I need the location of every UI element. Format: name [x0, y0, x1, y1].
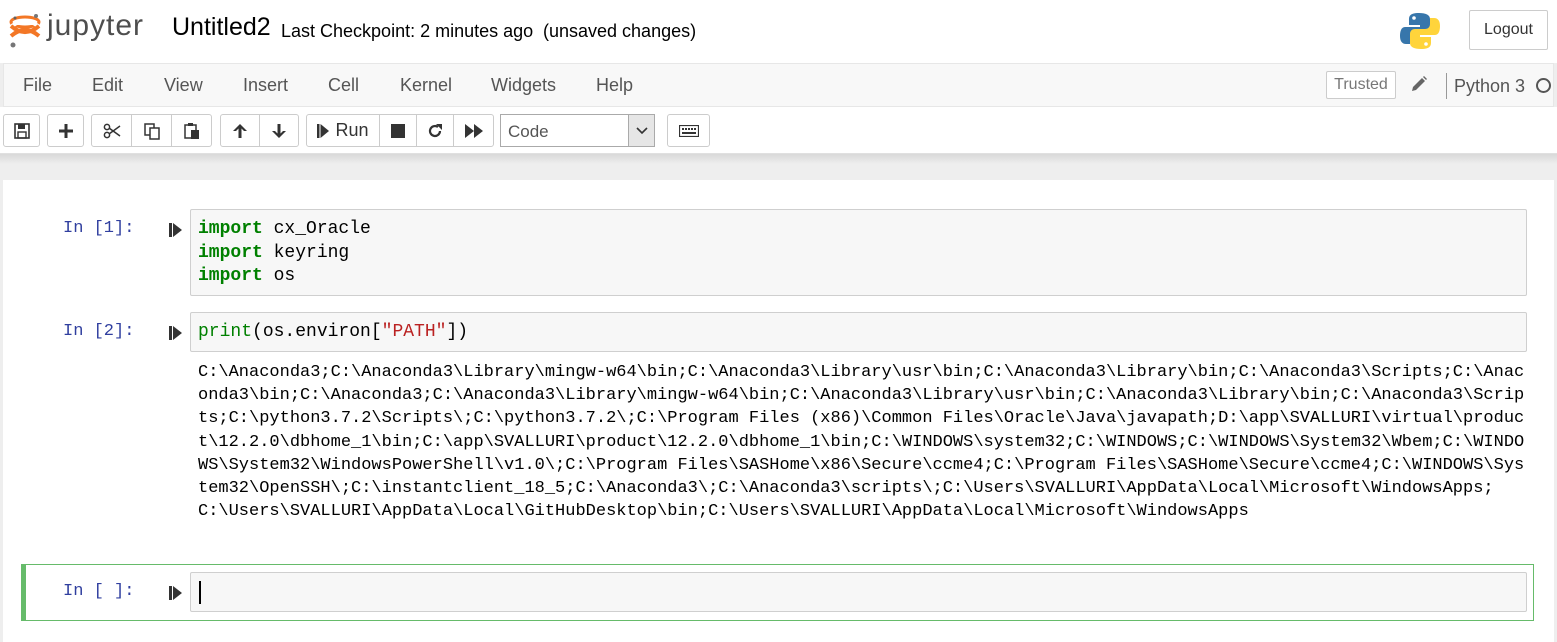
string-literal: "PATH"	[381, 322, 447, 342]
cell-type-value: Code	[508, 122, 549, 141]
code-input[interactable]: import cx_Oracle import keyring import o…	[190, 209, 1527, 296]
move-down-button[interactable]	[259, 114, 299, 147]
kernel-divider	[1446, 73, 1447, 99]
notebook-name[interactable]: Untitled2	[172, 13, 271, 42]
code-input[interactable]	[190, 572, 1527, 612]
plus-icon	[58, 123, 73, 138]
restart-button[interactable]	[416, 114, 454, 147]
move-up-button[interactable]	[220, 114, 260, 147]
keyword: import	[198, 266, 263, 286]
paste-icon	[183, 122, 199, 139]
cell-output: C:\Anaconda3;C:\Anaconda3\Library\mingw-…	[198, 363, 1525, 522]
save-button[interactable]	[3, 114, 40, 147]
cell-type-select[interactable]: Code	[500, 114, 655, 147]
code-text: ])	[446, 322, 469, 342]
copy-icon	[143, 122, 160, 140]
chevron-down-icon	[628, 115, 654, 146]
code-text: (os.environ[	[252, 322, 382, 342]
input-prompt: In [ ]:	[63, 582, 135, 601]
function-name: print	[198, 322, 253, 342]
checkpoint-status: Last Checkpoint: 2 minutes ago	[281, 21, 534, 41]
kernel-name: Python 3	[1454, 76, 1526, 96]
run-cell-icon[interactable]	[169, 222, 183, 238]
input-prompt: In [1]:	[63, 219, 135, 238]
input-prompt: In [2]:	[63, 322, 135, 341]
menu-view[interactable]: View	[164, 75, 203, 96]
menu-widgets[interactable]: Widgets	[491, 75, 556, 96]
autosave-status: (unsaved changes)	[543, 21, 697, 41]
copy-button[interactable]	[131, 114, 172, 147]
scissors-icon	[103, 123, 120, 138]
cut-button[interactable]	[91, 114, 132, 147]
restart-run-all-button[interactable]	[453, 114, 494, 147]
interrupt-button[interactable]	[379, 114, 417, 147]
paste-button[interactable]	[171, 114, 212, 147]
kernel-idle-indicator-icon	[1536, 78, 1551, 93]
run-button-label: Run	[335, 120, 369, 140]
header: jupyter Untitled2 Last Checkpoint: 2 min…	[0, 0, 1557, 63]
save-icon	[13, 122, 30, 139]
keyboard-icon	[678, 124, 699, 137]
arrow-down-icon	[272, 123, 286, 138]
text-cursor	[199, 581, 201, 604]
run-cell-icon[interactable]	[169, 325, 183, 341]
toolbar-shadow	[0, 154, 1557, 180]
menu-kernel[interactable]: Kernel	[400, 75, 452, 96]
stop-icon	[391, 123, 405, 138]
code-text: cx_Oracle	[262, 219, 371, 239]
insert-cell-button[interactable]	[47, 114, 84, 147]
step-forward-icon	[317, 123, 330, 138]
menu-insert[interactable]: Insert	[243, 75, 288, 96]
code-input[interactable]: print(os.environ["PATH"])	[190, 312, 1527, 352]
code-text: keyring	[262, 242, 350, 263]
code-line: print(os.environ["PATH"])	[198, 321, 1519, 345]
command-palette-button[interactable]	[667, 114, 710, 147]
run-cell-icon[interactable]	[169, 585, 183, 601]
code-text: os	[262, 266, 296, 286]
menu-help[interactable]: Help	[596, 75, 633, 96]
logout-button[interactable]: Logout	[1469, 10, 1548, 50]
code-line: import cx_Oracle	[198, 218, 1519, 242]
code-line: import keyring	[198, 242, 1519, 266]
run-button[interactable]: Run	[306, 114, 380, 147]
pencil-icon[interactable]	[1410, 75, 1428, 93]
fast-forward-icon	[464, 123, 483, 138]
trusted-indicator[interactable]: Trusted	[1326, 71, 1396, 99]
notebook-container: In [1]: import cx_Oracle import keyring …	[3, 180, 1554, 642]
arrow-up-icon	[233, 123, 247, 138]
restart-icon	[428, 123, 442, 137]
toolbar: Run Code	[0, 107, 1557, 154]
menu-edit[interactable]: Edit	[92, 75, 123, 96]
menubar: File Edit View Insert Cell Kernel Widget…	[3, 63, 1554, 107]
keyword: import	[198, 219, 263, 239]
keyword: import	[198, 242, 263, 263]
menu-file[interactable]: File	[23, 75, 52, 96]
jupyter-logo-text[interactable]: jupyter	[47, 9, 144, 43]
python-logo-icon	[1400, 13, 1440, 49]
menu-cell[interactable]: Cell	[328, 75, 359, 96]
code-line: import os	[198, 265, 1519, 289]
jupyter-logo-icon[interactable]	[8, 12, 42, 50]
